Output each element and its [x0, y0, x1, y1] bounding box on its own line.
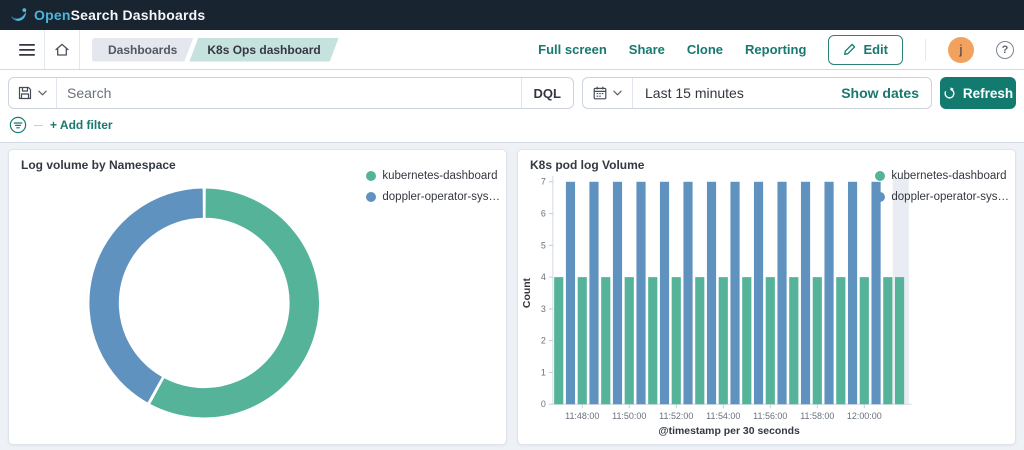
home-icon [55, 43, 69, 56]
svg-text:1: 1 [541, 367, 546, 377]
toolbar-left: Dashboards K8s Ops dashboard [10, 30, 339, 69]
add-filter-button[interactable]: + Add filter [50, 118, 113, 132]
refresh-button[interactable]: Refresh [940, 77, 1016, 109]
legend-label: kubernetes-dashboard [891, 170, 1007, 182]
filter-icon[interactable] [9, 116, 27, 134]
opensearch-logo-icon [11, 8, 27, 21]
svg-text:0: 0 [541, 399, 546, 409]
separator [925, 38, 926, 61]
brand-open: Open [34, 7, 71, 23]
dashboard-grid: Log volume by Namespace kubernetes-dashb… [0, 143, 1024, 450]
refresh-button-label: Refresh [962, 85, 1014, 101]
help-button[interactable]: ? [996, 40, 1014, 59]
chevron-down-icon [613, 90, 622, 96]
opensearch-brand[interactable]: OpenSearch Dashboards [10, 6, 205, 24]
svg-text:2: 2 [541, 336, 546, 346]
legend-item-kubernetes-dashboard[interactable]: kubernetes-dashboard [875, 170, 1009, 182]
svg-text:11:58:00: 11:58:00 [800, 411, 834, 421]
legend-item-kubernetes-dashboard[interactable]: kubernetes-dashboard [366, 170, 500, 182]
svg-text:6: 6 [541, 209, 546, 219]
top-navbar: OpenSearch Dashboards [0, 0, 1024, 30]
date-picker: Last 15 minutes Show dates [582, 77, 932, 109]
search-input[interactable]: Search DQL [8, 77, 574, 109]
svg-text:11:54:00: 11:54:00 [706, 411, 740, 421]
query-language-button[interactable]: DQL [520, 78, 573, 108]
query-bar: Search DQL Last 15 minutes Show dates Re… [0, 70, 1024, 116]
chevron-down-icon [38, 90, 47, 96]
date-quick-select-button[interactable] [583, 78, 633, 108]
edit-button[interactable]: Edit [828, 34, 903, 65]
svg-text:Count: Count [522, 277, 533, 308]
svg-text:3: 3 [541, 304, 546, 314]
user-avatar[interactable]: j [948, 36, 974, 63]
svg-text:@timestamp per 30 seconds: @timestamp per 30 seconds [658, 426, 800, 437]
pencil-icon [844, 43, 856, 55]
share-link[interactable]: Share [629, 42, 665, 57]
clone-link[interactable]: Clone [687, 42, 723, 57]
time-range-value[interactable]: Last 15 minutes [633, 85, 744, 101]
edit-button-label: Edit [863, 42, 888, 57]
brand-search: Search [70, 7, 119, 23]
breadcrumb-current-dashboard: K8s Ops dashboard [189, 38, 338, 62]
panel-log-volume-by-namespace[interactable]: Log volume by Namespace kubernetes-dashb… [8, 149, 507, 445]
legend-label: kubernetes-dashboard [382, 170, 498, 182]
breadcrumb-dashboards[interactable]: Dashboards [92, 38, 193, 62]
separator [79, 30, 80, 69]
brand-text: OpenSearch Dashboards [34, 7, 205, 23]
bar-legend: kubernetes-dashboard doppler-operator-sy… [875, 170, 1009, 203]
filter-bar: + Add filter [0, 116, 1024, 143]
full-screen-link[interactable]: Full screen [538, 42, 607, 57]
breadcrumb: Dashboards K8s Ops dashboard [92, 38, 339, 62]
toolbar-right: Full screen Share Clone Reporting Edit j… [538, 30, 1014, 69]
legend-dot-green [875, 171, 886, 181]
legend-label: doppler-operator-sys… [382, 191, 500, 203]
hamburger-menu-icon [19, 43, 35, 56]
filter-dash [34, 124, 43, 126]
search-placeholder: Search [67, 85, 112, 101]
saved-query-menu-button[interactable] [9, 78, 57, 108]
svg-text:4: 4 [541, 272, 546, 282]
brand-product: Dashboards [122, 7, 206, 23]
save-query-icon [18, 86, 32, 100]
panel-title[interactable]: Log volume by Namespace [21, 158, 176, 172]
calendar-icon [593, 86, 607, 100]
svg-text:12:00:00: 12:00:00 [847, 411, 882, 421]
legend-dot-blue [366, 192, 377, 202]
legend-dot-blue [875, 192, 886, 202]
svg-text:11:52:00: 11:52:00 [659, 411, 693, 421]
refresh-icon [944, 86, 955, 99]
show-dates-button[interactable]: Show dates [841, 85, 931, 101]
legend-item-doppler-operator[interactable]: doppler-operator-sys… [366, 191, 500, 203]
donut-legend: kubernetes-dashboard doppler-operator-sy… [366, 170, 500, 203]
legend-item-doppler-operator[interactable]: doppler-operator-sys… [875, 191, 1009, 203]
toolbar: Dashboards K8s Ops dashboard Full screen… [0, 30, 1024, 70]
svg-text:11:56:00: 11:56:00 [753, 411, 787, 421]
reporting-link[interactable]: Reporting [745, 42, 806, 57]
svg-text:11:48:00: 11:48:00 [565, 411, 599, 421]
menu-button[interactable] [10, 30, 44, 69]
svg-text:11:50:00: 11:50:00 [612, 411, 646, 421]
panel-k8s-pod-log-volume[interactable]: K8s pod log Volume 0 1 2 3 4 5 6 7 11:48:00 11:50… [517, 149, 1016, 445]
home-button[interactable] [45, 30, 79, 69]
legend-dot-green [366, 171, 377, 181]
svg-text:5: 5 [541, 240, 546, 250]
panel-title[interactable]: K8s pod log Volume [530, 158, 644, 172]
legend-label: doppler-operator-sys… [891, 191, 1009, 203]
svg-text:7: 7 [541, 177, 546, 187]
